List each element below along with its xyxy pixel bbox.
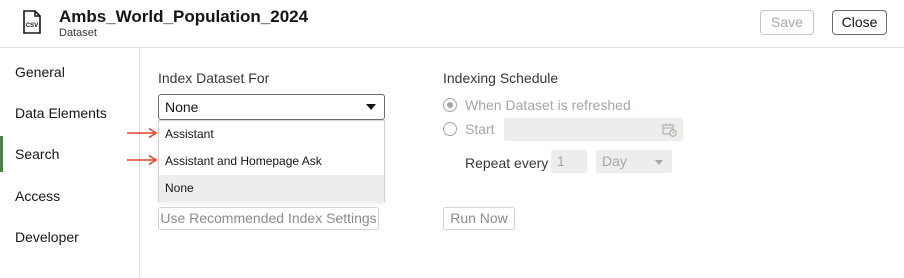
- caret-down-icon: [655, 160, 663, 165]
- save-button[interactable]: Save: [760, 10, 814, 35]
- radio-start-label: Start: [465, 121, 495, 137]
- sidebar-item-search[interactable]: Search: [0, 136, 139, 172]
- sidebar-item-general[interactable]: General: [0, 54, 139, 90]
- settings-sidebar: General Data Elements Search Access Deve…: [0, 48, 140, 278]
- repeat-unit-value: Day: [602, 153, 627, 169]
- index-dataset-label: Index Dataset For: [158, 70, 270, 86]
- option-assistant-and-homepage-ask[interactable]: Assistant and Homepage Ask: [159, 148, 384, 175]
- radio-when-refreshed[interactable]: [443, 98, 457, 112]
- dataset-subtitle: Dataset: [59, 27, 97, 39]
- use-recommended-index-settings-button[interactable]: Use Recommended Index Settings: [158, 207, 379, 230]
- start-date-input[interactable]: [504, 118, 683, 141]
- index-dataset-select[interactable]: None: [158, 94, 385, 120]
- indexing-schedule-label: Indexing Schedule: [443, 70, 559, 86]
- index-dataset-dropdown: Assistant Assistant and Homepage Ask Non…: [158, 120, 385, 202]
- sidebar-item-data-elements[interactable]: Data Elements: [0, 95, 139, 131]
- option-none[interactable]: None: [159, 175, 384, 202]
- option-assistant[interactable]: Assistant: [159, 121, 384, 148]
- radio-start[interactable]: [443, 122, 457, 136]
- repeat-value-input[interactable]: 1: [551, 150, 587, 173]
- close-button[interactable]: Close: [832, 10, 887, 35]
- radio-when-refreshed-label: When Dataset is refreshed: [465, 97, 631, 113]
- index-dataset-selected-value: None: [165, 99, 199, 115]
- run-now-button[interactable]: Run Now: [443, 207, 515, 230]
- repeat-unit-select[interactable]: Day: [596, 150, 672, 173]
- csv-file-icon-label: CSV: [26, 23, 38, 29]
- dataset-header: CSV Ambs_World_Population_2024 Dataset S…: [0, 0, 904, 48]
- sidebar-item-access[interactable]: Access: [0, 178, 139, 214]
- sidebar-item-developer[interactable]: Developer: [0, 219, 139, 255]
- repeat-value: 1: [557, 153, 565, 169]
- annotation-arrow-icon: [127, 154, 158, 166]
- annotation-arrow-icon: [127, 127, 158, 139]
- dataset-title: Ambs_World_Population_2024: [59, 7, 309, 26]
- caret-down-icon: [366, 104, 376, 110]
- repeat-every-label: Repeat every: [465, 155, 549, 171]
- calendar-icon[interactable]: [662, 122, 677, 137]
- csv-file-icon: CSV: [23, 10, 41, 34]
